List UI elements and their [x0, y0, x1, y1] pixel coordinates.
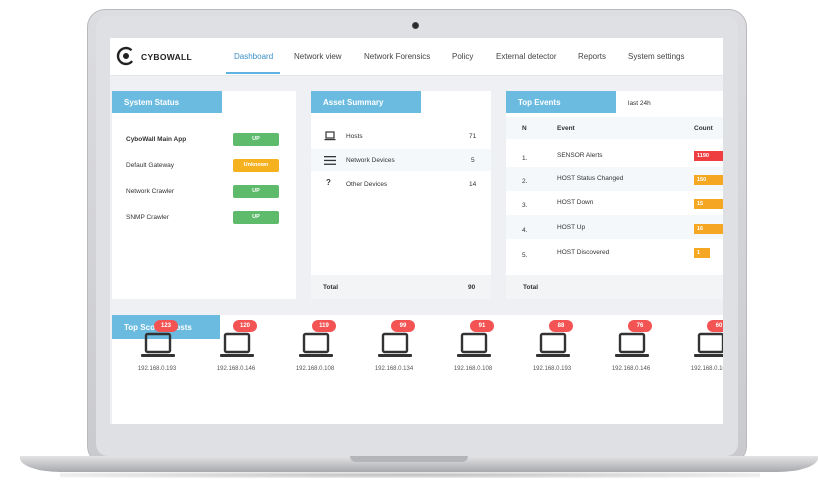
host-score-badge: 76: [628, 320, 652, 332]
host-item[interactable]: 123 192.168.0.193: [122, 320, 192, 410]
nav-active-indicator: [226, 72, 280, 74]
host-score-badge: 99: [391, 320, 415, 332]
host-score-badge: 119: [312, 320, 336, 332]
nav-policy[interactable]: Policy: [452, 52, 473, 61]
menu-icon: [324, 156, 336, 165]
events-header-n: N: [522, 125, 527, 132]
event-count-2: 150: [694, 175, 723, 185]
asset-value-network-devices: 5: [471, 157, 475, 164]
asset-total-label: Total: [323, 284, 339, 291]
events-header-count: Count: [694, 125, 713, 132]
nav-network-forensics[interactable]: Network Forensics: [364, 52, 430, 61]
top-events-period[interactable]: last 24h: [628, 100, 651, 107]
event-name-5: HOST Discovered: [557, 249, 610, 256]
host-item[interactable]: 88 192.168.0.193: [517, 320, 587, 410]
event-n-3: 3.: [522, 202, 528, 209]
events-total-bar: Total: [506, 275, 723, 299]
host-score-badge: 123: [154, 320, 178, 332]
status-label-main-app: CyboWall Main App: [126, 136, 187, 143]
events-header-row: N Event Count: [506, 117, 723, 139]
camera-dot: [412, 22, 419, 29]
event-count-5: 1: [694, 248, 710, 258]
system-status-title: System Status: [112, 91, 222, 113]
laptop-icon: [220, 332, 254, 357]
question-icon: ?: [326, 178, 331, 187]
nav-network-view[interactable]: Network view: [294, 52, 342, 61]
event-n-1: 1.: [522, 155, 528, 162]
event-n-4: 4.: [522, 227, 528, 234]
asset-summary-card: Asset Summary Hosts 71 Network Devices 5…: [311, 91, 491, 299]
system-status-card: System Status CyboWall Main App UP Defau…: [112, 91, 296, 299]
laptop-icon: [378, 332, 412, 357]
laptop-icon: [536, 332, 570, 357]
asset-value-other-devices: 14: [469, 181, 477, 188]
events-header-event: Event: [557, 125, 575, 132]
status-badge-default-gateway: Unknown: [233, 159, 279, 172]
asset-summary-title: Asset Summary: [311, 91, 421, 113]
cybowall-logo-icon: [116, 46, 136, 66]
host-item[interactable]: 120 192.168.0.146: [201, 320, 271, 410]
host-ip-label: 192.168.0.193: [532, 366, 572, 372]
asset-total-bar: Total 90: [311, 275, 491, 299]
laptop-icon: [694, 332, 723, 357]
host-ip-label: 192.168.0.134: [374, 366, 414, 372]
laptop-icon: [299, 332, 333, 357]
nav-system-settings[interactable]: System settings: [628, 52, 684, 61]
top-events-title: Top Events: [506, 91, 616, 113]
host-ip-label: 192.168.0.108: [453, 366, 493, 372]
status-label-snmp-crawler: SNMP Crawler: [126, 214, 169, 221]
laptop-shadow: [60, 472, 760, 478]
host-score-badge: 120: [233, 320, 257, 332]
host-score-badge: 88: [549, 320, 573, 332]
event-name-1: SENSOR Alerts: [557, 152, 603, 159]
asset-row-highlight: [311, 149, 491, 171]
status-badge-network-crawler: UP: [233, 185, 279, 198]
top-events-card: Top Events last 24h N Event Count 1. SEN…: [506, 91, 723, 299]
screen: CYBOWALL Dashboard Network view Network …: [110, 38, 723, 424]
laptop-icon: [457, 332, 491, 357]
asset-label-other-devices: Other Devices: [346, 181, 388, 188]
laptop-icon: [141, 332, 175, 357]
host-score-badge: 91: [470, 320, 494, 332]
host-ip-label: 192.168.0.146: [611, 366, 651, 372]
event-name-4: HOST Up: [557, 224, 586, 231]
laptop-icon: [615, 332, 649, 357]
host-item[interactable]: 99 192.168.0.134: [359, 320, 429, 410]
host-item[interactable]: 119 192.168.0.108: [280, 320, 350, 410]
event-count-3: 15: [694, 199, 723, 209]
event-row-alt-4: [506, 215, 723, 239]
host-item[interactable]: 60 192.168.0.108: [675, 320, 723, 410]
host-item[interactable]: 91 192.168.0.108: [438, 320, 508, 410]
top-navigation: CYBOWALL Dashboard Network view Network …: [110, 38, 723, 76]
asset-total-value: 90: [468, 284, 476, 291]
status-label-default-gateway: Default Gateway: [126, 162, 175, 169]
status-label-network-crawler: Network Crawler: [126, 188, 175, 195]
host-ip-label: 192.168.0.193: [137, 366, 177, 372]
asset-value-hosts: 71: [469, 133, 477, 140]
event-name-3: HOST Down: [557, 199, 594, 206]
host-ip-label: 192.168.0.108: [295, 366, 335, 372]
event-count-1: 1190: [694, 151, 723, 161]
host-ip-label: 192.168.0.108: [690, 366, 723, 372]
event-n-5: 5.: [522, 252, 528, 259]
event-count-4: 16: [694, 224, 723, 234]
brand-name: CYBOWALL: [141, 52, 193, 62]
host-item[interactable]: 76 192.168.0.146: [596, 320, 666, 410]
event-n-2: 2.: [522, 178, 528, 185]
host-ip-label: 192.168.0.146: [216, 366, 256, 372]
host-score-badge: 60: [707, 320, 723, 332]
nav-reports[interactable]: Reports: [578, 52, 606, 61]
event-name-2: HOST Status Changed: [557, 175, 624, 182]
asset-label-network-devices: Network Devices: [346, 157, 395, 164]
laptop-icon: [324, 131, 336, 141]
events-total-label: Total: [523, 284, 539, 291]
status-badge-snmp-crawler: UP: [233, 211, 279, 224]
asset-label-hosts: Hosts: [346, 133, 363, 140]
status-badge-main-app: UP: [233, 133, 279, 146]
nav-dashboard[interactable]: Dashboard: [234, 52, 273, 61]
laptop-base-notch: [350, 456, 468, 462]
nav-external-detector[interactable]: External detector: [496, 52, 556, 61]
